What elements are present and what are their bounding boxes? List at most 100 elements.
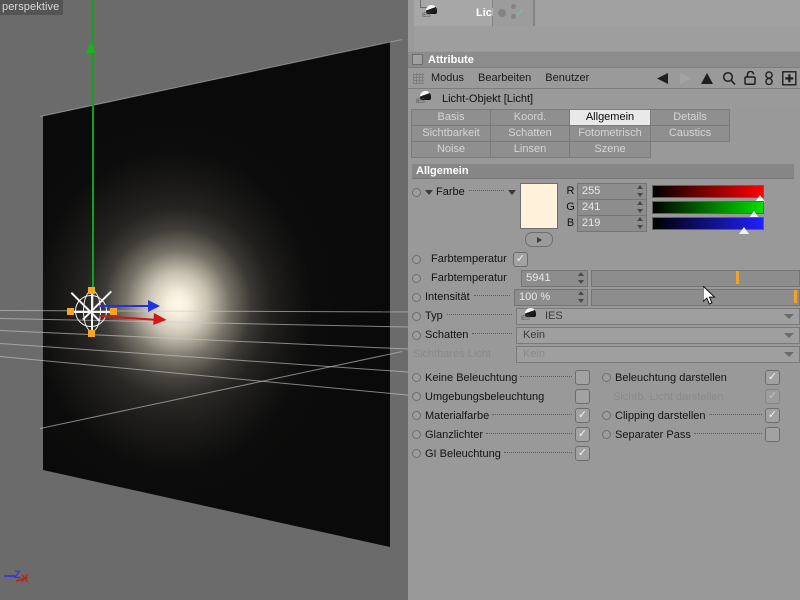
dotted-leader <box>492 413 572 415</box>
plus-box-icon[interactable] <box>782 70 797 86</box>
tab-allgemein[interactable]: Allgemein <box>569 109 651 126</box>
dotted-leader <box>472 333 512 334</box>
tab-fotometrisch[interactable]: Fotometrisch <box>569 125 651 142</box>
rgb-row-g: G 241 <box>564 198 764 218</box>
intensity-spinner[interactable] <box>577 290 584 303</box>
gizmo-handle[interactable] <box>110 308 117 315</box>
intensity-slider-mark[interactable] <box>794 289 797 303</box>
animation-dot[interactable] <box>602 411 611 420</box>
z-axis-arrow-head[interactable] <box>148 300 160 312</box>
animation-dot[interactable] <box>412 411 421 420</box>
color-label: Farbe <box>436 186 465 198</box>
tab-details[interactable]: Details <box>650 109 730 126</box>
separater-pass-checkbox[interactable]: ✓ <box>765 427 780 442</box>
drag-grip-icon[interactable] <box>413 72 424 84</box>
animation-dot[interactable] <box>602 430 611 439</box>
umgebungsbeleuchtung-checkbox[interactable]: ✓ <box>575 389 590 404</box>
perspective-viewport[interactable]: perspektive Z X <box>0 0 408 600</box>
color-temperature-field[interactable]: 5941 <box>521 269 588 287</box>
object-manager-toggles[interactable]: ✓ <box>493 0 534 26</box>
ies-light-icon: IES <box>521 308 541 324</box>
type-dropdown[interactable]: IES IES <box>516 307 800 325</box>
intensity-slider[interactable] <box>591 288 800 306</box>
tab-caustics[interactable]: Caustics <box>650 125 730 142</box>
animation-dot[interactable] <box>412 449 421 458</box>
animation-dot[interactable] <box>412 254 421 264</box>
r-slider[interactable] <box>652 184 765 202</box>
unlock-padlock-icon[interactable] <box>744 71 756 85</box>
gi-beleuchtung-checkbox[interactable]: ✓ <box>575 446 590 461</box>
tab-row: Basis Koord. Allgemein Details <box>411 109 800 126</box>
g-value-field[interactable]: 241 <box>577 198 647 216</box>
b-slider[interactable] <box>652 216 764 234</box>
tab-noise[interactable]: Noise <box>411 141 491 158</box>
chevron-down-icon[interactable] <box>784 332 794 338</box>
color-block: Farbe R 255 G 241 B 219 <box>412 182 800 247</box>
menu-benutzer[interactable]: Benutzer <box>545 72 589 84</box>
animation-dot[interactable] <box>602 373 611 382</box>
materialfarbe-checkbox[interactable]: ✓ <box>575 408 590 423</box>
tab-linsen[interactable]: Linsen <box>490 141 570 158</box>
object-manager-row[interactable]: IES Licht <box>414 0 502 26</box>
chevron-down-icon[interactable] <box>425 189 433 195</box>
glanzlichter-checkbox[interactable]: ✓ <box>575 427 590 442</box>
checkbox-row: Separater Pass ✓ <box>602 425 780 444</box>
animation-dot[interactable] <box>412 187 421 197</box>
tab-szene[interactable]: Szene <box>569 141 651 158</box>
beleuchtung-darstellen-checkbox[interactable]: ✓ <box>765 370 780 385</box>
r-spinner[interactable] <box>636 184 643 197</box>
tab-koord[interactable]: Koord. <box>490 109 570 126</box>
tab-basis[interactable]: Basis <box>411 109 491 126</box>
tab-schatten[interactable]: Schatten <box>490 125 570 142</box>
gizmo-handle[interactable] <box>67 308 74 315</box>
color-swatch[interactable] <box>520 183 558 229</box>
chevron-down-icon[interactable] <box>784 313 794 319</box>
animation-dot[interactable] <box>412 273 421 283</box>
gi-beleuchtung-label: GI Beleuchtung <box>425 447 501 460</box>
light-gizmo[interactable] <box>67 287 117 337</box>
animation-dot[interactable] <box>412 430 421 439</box>
r-value-field[interactable]: 255 <box>577 182 647 200</box>
b-value-field[interactable]: 219 <box>577 214 647 232</box>
gizmo-handle[interactable] <box>88 330 95 337</box>
clipping-darstellen-checkbox[interactable]: ✓ <box>765 408 780 423</box>
menu-modus[interactable]: Modus <box>431 72 464 84</box>
animation-dot[interactable] <box>412 373 421 382</box>
color-temperature-label: Farbtemperatur <box>431 272 507 284</box>
link-chain-icon[interactable] <box>764 71 774 85</box>
g-slider[interactable] <box>652 200 764 218</box>
intensity-field[interactable]: 100 % <box>514 288 588 306</box>
color-temperature-slider[interactable] <box>591 269 800 287</box>
color-mode-chevron-icon[interactable] <box>508 189 516 195</box>
color-temperature-spinner[interactable] <box>577 271 584 284</box>
x-axis-arrow-head[interactable] <box>153 313 167 326</box>
animation-dot[interactable] <box>412 311 421 321</box>
up-arrow-icon[interactable] <box>700 72 714 85</box>
sichtb-licht-darstellen-checkbox: ✓ <box>765 389 780 404</box>
channel-label-r: R <box>566 185 575 197</box>
attribute-toolbar <box>648 68 797 88</box>
shadow-dropdown[interactable]: Kein <box>516 326 800 344</box>
animation-dot[interactable] <box>412 392 421 401</box>
b-slider-knob[interactable] <box>739 226 749 234</box>
gizmo-handle[interactable] <box>88 287 95 294</box>
visibility-check-icon[interactable]: ✓ <box>515 5 526 21</box>
g-spinner[interactable] <box>636 200 643 213</box>
b-spinner[interactable] <box>636 216 643 229</box>
menu-bearbeiten[interactable]: Bearbeiten <box>478 72 531 84</box>
animation-dot[interactable] <box>412 292 421 302</box>
color-swatch-column <box>520 183 558 247</box>
dotted-leader <box>708 413 762 415</box>
back-arrow-icon[interactable] <box>656 72 670 85</box>
clipping-darstellen-label: Clipping darstellen <box>615 409 706 422</box>
color-expand-button[interactable] <box>525 232 553 247</box>
search-magnifier-icon[interactable] <box>722 71 736 85</box>
panel-menu-square-icon[interactable] <box>412 54 423 65</box>
intensity-value: 100 % <box>519 291 551 303</box>
keine-beleuchtung-checkbox[interactable]: ✓ <box>575 370 590 385</box>
checkbox-row: Glanzlichter ✓ <box>412 425 590 444</box>
tab-sichtbarkeit[interactable]: Sichtbarkeit <box>411 125 491 142</box>
color-temperature-checkbox[interactable]: ✓ <box>512 251 528 267</box>
color-temperature-slider-mark[interactable] <box>736 270 739 284</box>
animation-dot[interactable] <box>412 330 421 340</box>
